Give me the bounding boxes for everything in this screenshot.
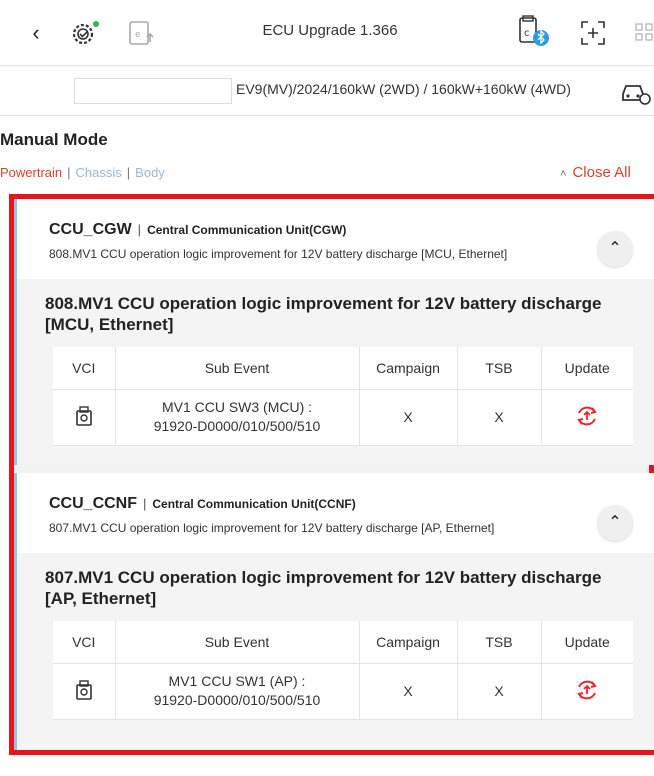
tab-powertrain[interactable]: Powertrain — [0, 165, 62, 180]
svg-text:c: c — [524, 28, 530, 39]
ecu-name: Central Communication Unit(CGW) — [147, 223, 347, 237]
close-all-label: Close All — [572, 164, 631, 181]
ecu-upload-icon[interactable]: e — [124, 18, 158, 48]
event-table: VCI Sub Event Campaign TSB Update MV1 CC… — [53, 621, 633, 720]
tsb-cell: X — [457, 663, 542, 720]
col-tsb: TSB — [457, 621, 542, 664]
col-sub-event: Sub Event — [115, 347, 360, 390]
ecu-code: CCU_CGW — [49, 221, 132, 238]
ecu-code: CCU_CCNF — [49, 495, 137, 512]
grid-icon[interactable] — [632, 20, 654, 46]
table-row: MV1 CCU SW1 (AP) : 91920-D0000/010/500/5… — [53, 663, 633, 720]
col-update: Update — [541, 621, 633, 664]
back-chevron-icon[interactable]: ‹ — [24, 18, 48, 48]
update-cell — [541, 663, 633, 720]
svg-text:e: e — [135, 30, 141, 40]
update-sync-icon[interactable] — [574, 680, 600, 706]
ecu-card-header[interactable]: CCU_CGW | Central Communication Unit(CGW) … — [17, 199, 654, 271]
table-header-row: VCI Sub Event Campaign TSB Update — [53, 347, 633, 390]
ecu-code-line: CCU_CGW | Central Communication Unit(CGW) — [49, 221, 347, 238]
top-bar: ‹ e ECU Upgrade 1.366 c — [0, 0, 654, 66]
vehicle-info-bar: EV9(MV)/2024/160kW (2WD) / 160kW+160kW (… — [0, 66, 654, 116]
update-cell — [541, 389, 633, 446]
campaign-cell: X — [359, 663, 458, 720]
col-sub-event: Sub Event — [115, 621, 360, 664]
vci-device-icon — [53, 389, 116, 446]
sub-event-line2: 91920-D0000/010/500/510 — [153, 418, 321, 434]
campaign-cell: X — [359, 389, 458, 446]
col-update: Update — [541, 347, 633, 390]
event-title: 807.MV1 CCU operation logic improvement … — [45, 568, 602, 608]
vin-field[interactable] — [74, 78, 232, 104]
sub-event-cell: MV1 CCU SW3 (MCU) : 91920-D0000/010/500/… — [115, 389, 360, 446]
vci-device-icon — [53, 663, 116, 720]
close-all-button[interactable]: ˄ Close All — [560, 164, 654, 186]
col-vci: VCI — [53, 621, 116, 664]
gear-check-icon[interactable] — [68, 18, 102, 48]
event-section: 807.MV1 CCU operation logic improvement … — [17, 553, 654, 750]
tab-chassis[interactable]: Chassis — [76, 165, 122, 180]
tab-body[interactable]: Body — [135, 165, 165, 180]
app-title: ECU Upgrade 1.366 — [262, 22, 398, 39]
col-campaign: Campaign — [359, 347, 458, 390]
sub-event-line1: MV1 CCU SW3 (MCU) : — [161, 399, 313, 415]
event-section: 808.MV1 CCU operation logic improvement … — [17, 279, 654, 465]
double-chevron-up-icon: ˄ — [560, 168, 567, 180]
tsb-cell: X — [457, 389, 542, 446]
col-campaign: Campaign — [359, 621, 458, 664]
table-header-row: VCI Sub Event Campaign TSB Update — [53, 621, 633, 664]
ecu-subtitle: 808.MV1 CCU operation logic improvement … — [49, 247, 508, 261]
scan-add-icon[interactable] — [578, 18, 608, 48]
vehicle-model: EV9(MV)/2024/160kW (2WD) / 160kW+160kW (… — [236, 81, 571, 97]
col-vci: VCI — [53, 347, 116, 390]
tab-separator: | — [67, 165, 71, 180]
page-title: Manual Mode — [0, 130, 108, 149]
event-table: VCI Sub Event Campaign TSB Update MV1 CC… — [53, 347, 633, 446]
sub-event-cell: MV1 CCU SW1 (AP) : 91920-D0000/010/500/5… — [115, 663, 360, 720]
ecu-subtitle: 807.MV1 CCU operation logic improvement … — [49, 521, 495, 535]
ecu-code-line: CCU_CCNF | Central Communication Unit(CCNF… — [49, 495, 356, 512]
collapse-chevron-up-icon[interactable]: ⌃ — [597, 505, 633, 541]
event-title: 808.MV1 CCU operation logic improvement … — [45, 294, 602, 334]
collapse-chevron-up-icon[interactable]: ⌃ — [597, 231, 633, 267]
table-row: MV1 CCU SW3 (MCU) : 91920-D0000/010/500/… — [53, 389, 633, 446]
car-diagnosis-icon[interactable] — [620, 78, 654, 106]
category-tabs: Powertrain | Chassis | Body — [0, 165, 165, 185]
ecu-name: Central Communication Unit(CCNF) — [152, 497, 356, 511]
sub-event-line1: MV1 CCU SW1 (AP) : — [168, 673, 306, 689]
update-sync-icon[interactable] — [574, 406, 600, 432]
col-tsb: TSB — [457, 347, 542, 390]
tab-separator: | — [126, 165, 131, 180]
sub-event-line2: 91920-D0000/010/500/510 — [153, 692, 321, 708]
vci-bluetooth-icon[interactable]: c — [514, 14, 554, 50]
ecu-card-header[interactable]: CCU_CCNF | Central Communication Unit(CCNF… — [17, 473, 654, 545]
ecu-card: CCU_CCNF | Central Communication Unit(CCNF… — [14, 473, 654, 750]
ecu-card: CCU_CGW | Central Communication Unit(CGW) … — [14, 199, 654, 465]
